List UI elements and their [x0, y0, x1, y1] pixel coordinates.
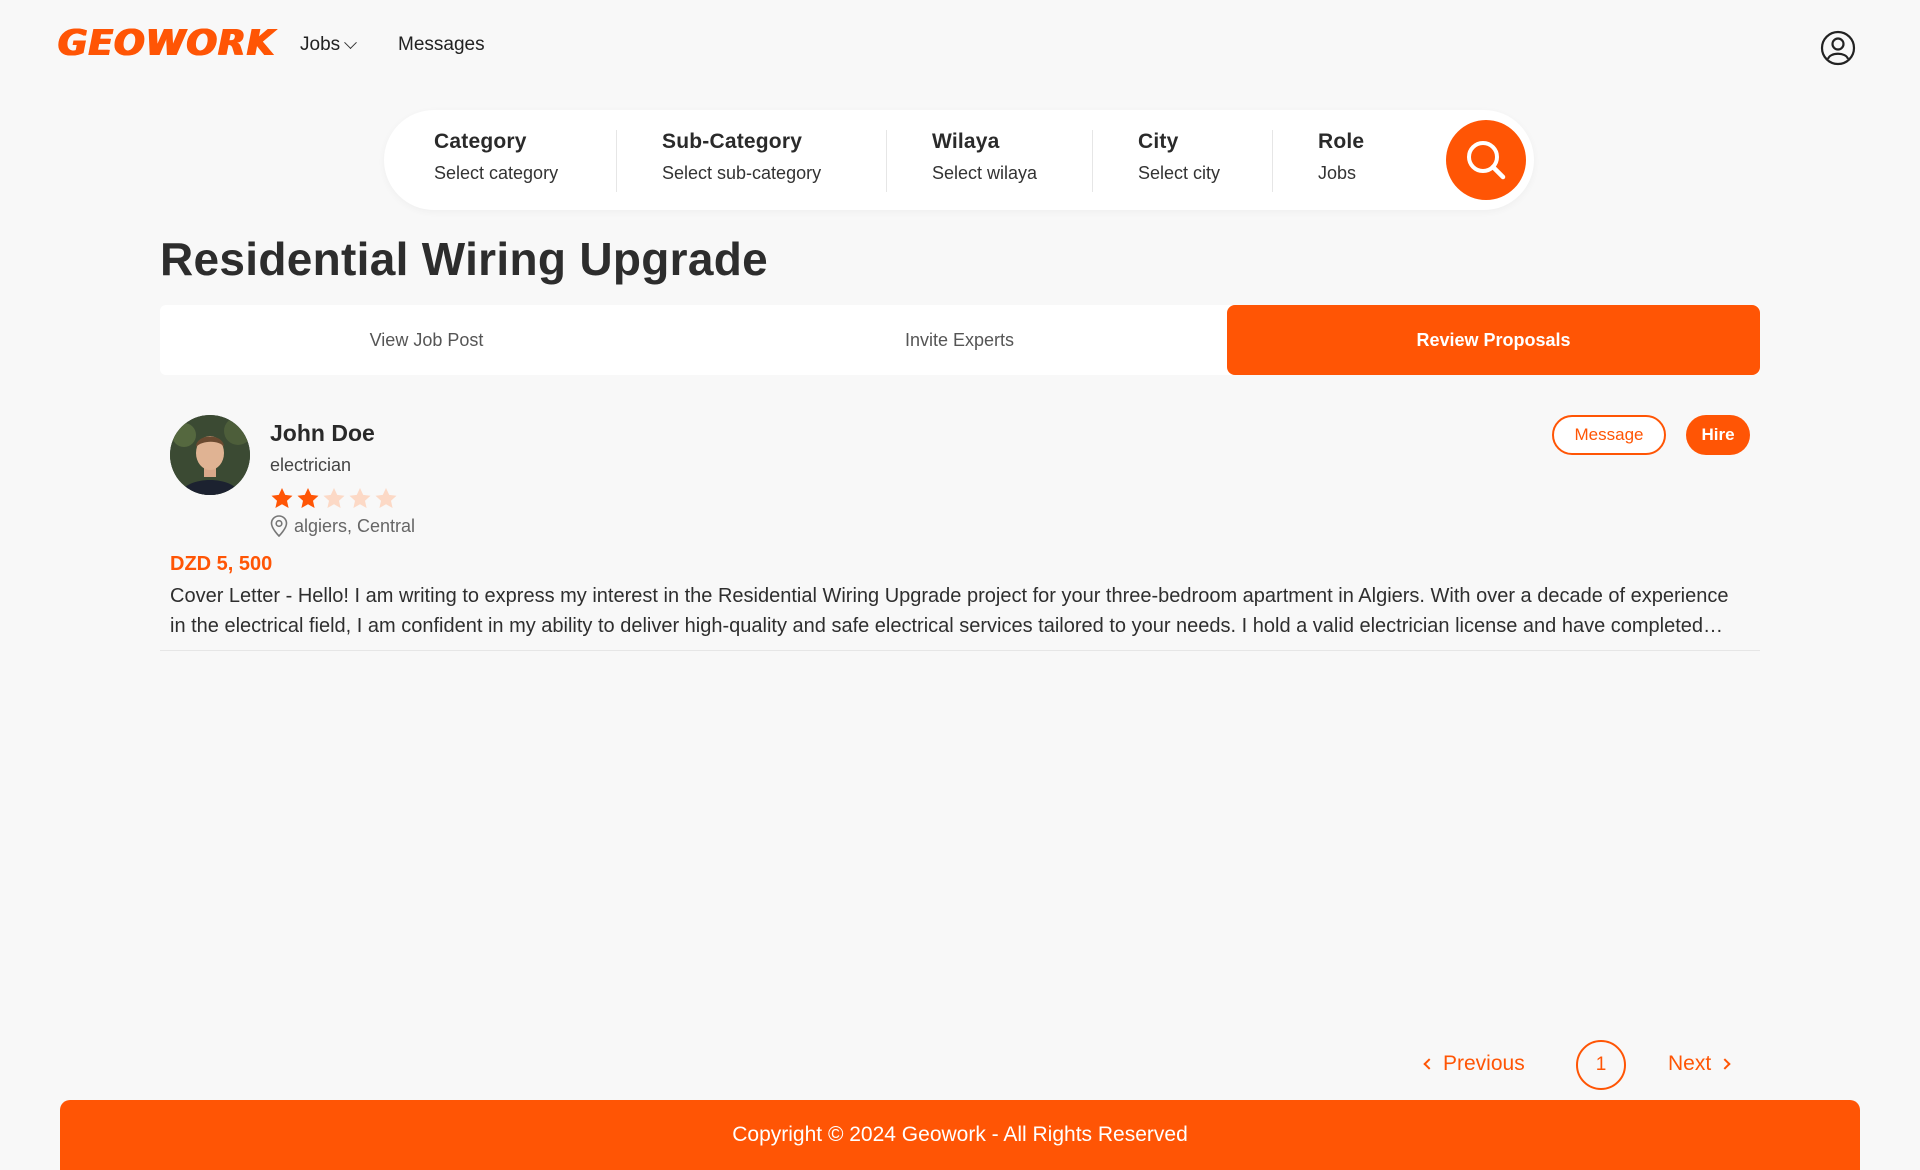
star-empty-icon — [375, 488, 397, 508]
search-icon — [1467, 141, 1506, 180]
bid-price: DZD 5, 500 — [170, 553, 273, 575]
freelancer-location: algiers, Central — [270, 515, 415, 537]
search-field-category[interactable]: Category Select category — [434, 130, 558, 192]
message-button[interactable]: Message — [1552, 415, 1666, 455]
tab-review-proposals[interactable]: Review Proposals — [1227, 305, 1760, 375]
freelancer-role: electrician — [270, 455, 352, 475]
user-account-button[interactable] — [1820, 30, 1856, 66]
divider — [1092, 130, 1093, 192]
copyright-text: Copyright © 2024 Geowork - All Rights Re… — [732, 1123, 1188, 1146]
tab-invite-experts[interactable]: Invite Experts — [693, 305, 1226, 375]
cover-letter: Cover Letter - Hello! I am writing to ex… — [170, 585, 1729, 637]
search-field-label: Category — [434, 130, 527, 153]
search-field-label: Wilaya — [932, 130, 1000, 153]
location-text: algiers, Central — [294, 515, 416, 536]
top-nav: GEOWORK Jobs Messages — [0, 0, 1920, 95]
logo-text: GEOWORK — [58, 23, 276, 64]
job-tabs: View Job Post Invite Experts Review Prop… — [160, 305, 1760, 375]
search-bar: Category Select category Sub-Category Se… — [384, 110, 1534, 210]
chevron-left-icon — [1423, 1058, 1435, 1070]
rating-stars — [270, 487, 398, 510]
chevron-down-icon — [344, 35, 358, 49]
search-button[interactable] — [1446, 120, 1526, 200]
freelancer-name[interactable]: John Doe — [270, 420, 375, 447]
divider — [1272, 130, 1273, 192]
nav-messages-link[interactable]: Messages — [398, 34, 485, 56]
divider — [616, 130, 617, 192]
star-filled-icon — [271, 488, 293, 508]
divider — [886, 130, 887, 192]
page-title: Residential Wiring Upgrade — [160, 233, 769, 285]
star-empty-icon — [323, 488, 345, 508]
search-field-value: Select category — [434, 163, 559, 183]
search-field-role[interactable]: Role Jobs — [1318, 130, 1364, 192]
previous-label: Previous — [1443, 1052, 1525, 1075]
search-field-value: Select sub-category — [662, 163, 822, 183]
search-field-wilaya[interactable]: Wilaya Select wilaya — [932, 130, 1037, 192]
next-label: Next — [1668, 1052, 1712, 1075]
pagination-next[interactable]: Next — [1668, 1052, 1731, 1076]
page: GEOWORK Jobs Messages Category Select ca… — [0, 0, 1920, 1170]
star-empty-icon — [349, 488, 371, 508]
pagination-previous[interactable]: Previous — [1423, 1052, 1525, 1076]
location-pin-icon — [270, 515, 288, 537]
avatar[interactable] — [170, 415, 250, 495]
nav-jobs-dropdown[interactable]: Jobs — [300, 34, 358, 56]
user-circle-icon — [1820, 30, 1856, 66]
avatar-image — [170, 415, 250, 495]
search-field-label: Role — [1318, 130, 1365, 153]
search-field-value: Select city — [1138, 163, 1221, 183]
search-field-value: Select wilaya — [932, 163, 1038, 183]
search-field-sub-category[interactable]: Sub-Category Select sub-category — [662, 130, 821, 192]
geowork-logo[interactable]: GEOWORK — [58, 24, 276, 64]
search-field-label: City — [1138, 130, 1179, 153]
star-filled-icon — [297, 488, 319, 508]
proposal-card: John Doe electrician algiers, Central DZ… — [160, 405, 1760, 651]
nav-jobs-label: Jobs — [300, 34, 341, 55]
hire-button[interactable]: Hire — [1686, 415, 1750, 455]
tab-view-job-post[interactable]: View Job Post — [160, 305, 693, 375]
footer: Copyright © 2024 Geowork - All Rights Re… — [60, 1100, 1860, 1170]
search-field-value: Jobs — [1318, 163, 1357, 183]
search-field-city[interactable]: City Select city — [1138, 130, 1220, 192]
pagination-page-1[interactable]: 1 — [1576, 1040, 1626, 1090]
search-field-label: Sub-Category — [662, 130, 803, 153]
chevron-right-icon — [1719, 1058, 1731, 1070]
nav-messages-label: Messages — [398, 34, 485, 55]
